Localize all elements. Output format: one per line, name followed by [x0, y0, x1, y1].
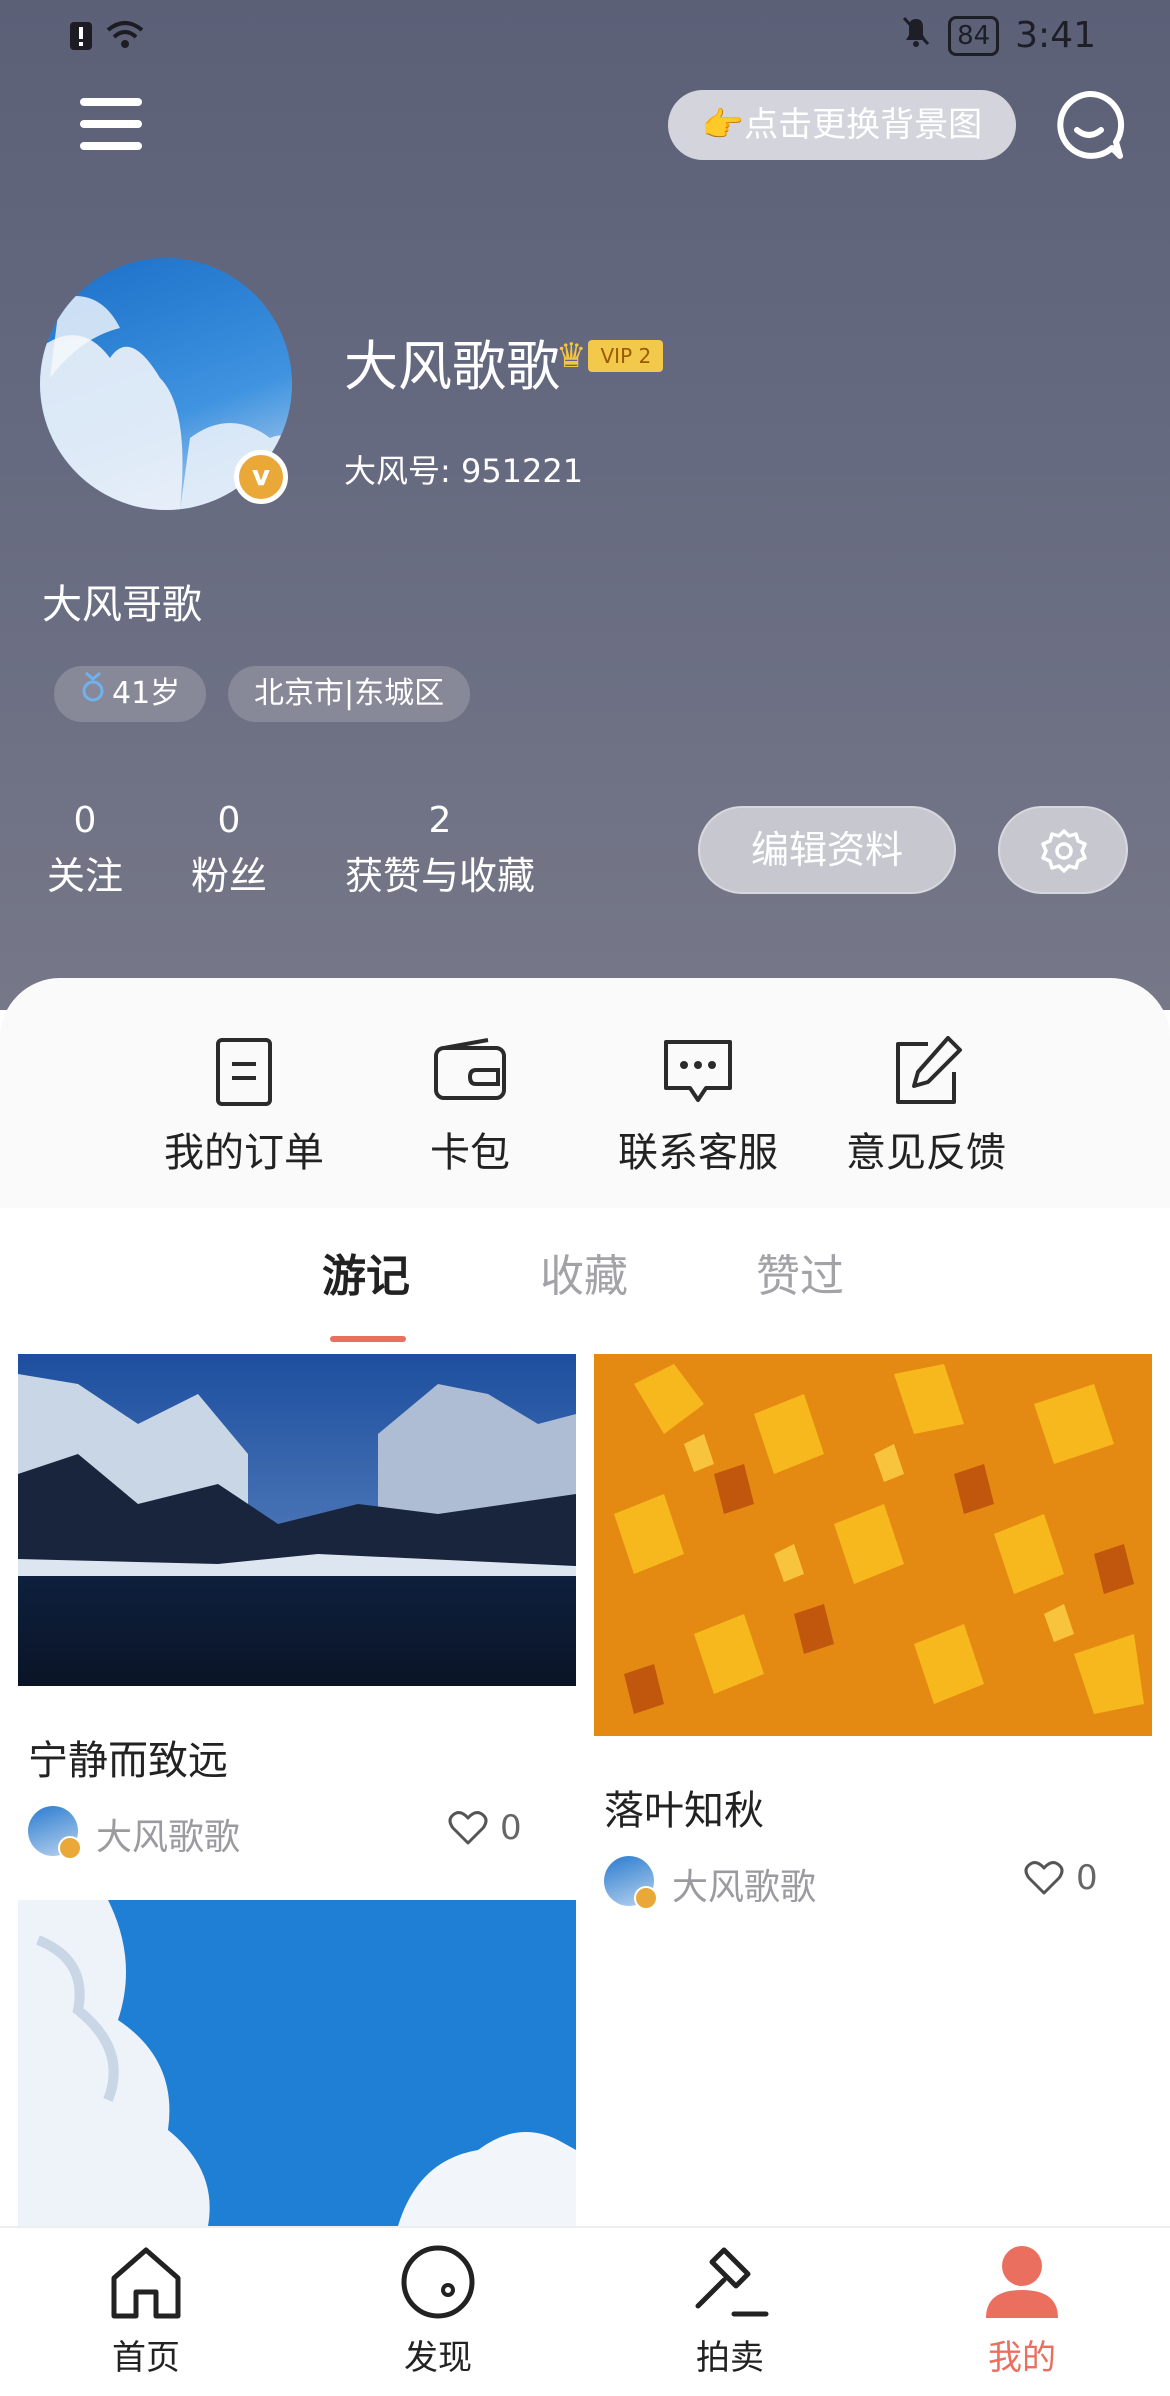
- heart-icon: [448, 1811, 488, 1845]
- status-time: 3:41: [1015, 15, 1096, 56]
- quick-action-label: 我的订单: [164, 1130, 324, 1176]
- feed-card[interactable]: 宁静而致远 大风歌歌 0: [18, 1354, 576, 1874]
- quick-action-feedback[interactable]: 意见反馈: [816, 978, 1036, 1178]
- mute-icon: [900, 14, 932, 57]
- user-signature: 大风哥歌: [42, 582, 202, 628]
- feed-author-name: 大风歌歌: [672, 1867, 817, 1908]
- signal-wifi-icon: [68, 16, 158, 65]
- stat-likes-count: 2: [428, 800, 452, 841]
- active-tab-indicator: [330, 1336, 406, 1342]
- account-id: 大风号: 951221: [344, 452, 584, 490]
- feed-card-image: [18, 1900, 576, 2226]
- auction-icon: [690, 2242, 770, 2322]
- vip-badge: ♛ VIP 2: [556, 336, 664, 376]
- like-count: 0: [1076, 1858, 1098, 1898]
- settings-button[interactable]: [998, 806, 1128, 894]
- menu-icon[interactable]: [80, 98, 144, 152]
- profile-icon: [982, 2242, 1062, 2322]
- stat-following[interactable]: 0 关注: [40, 796, 130, 906]
- male-icon: [80, 666, 106, 722]
- nav-label: 我的: [988, 2338, 1056, 2378]
- nav-profile[interactable]: 我的: [942, 2242, 1102, 2379]
- feed-card[interactable]: [18, 1900, 576, 2226]
- stat-likes-label: 获赞与收藏: [344, 854, 535, 898]
- nav-label: 首页: [112, 2338, 180, 2378]
- vip-level: VIP 2: [588, 340, 664, 372]
- home-icon: [106, 2242, 186, 2322]
- gear-icon: [1041, 829, 1087, 873]
- edit-profile-button[interactable]: 编辑资料: [698, 806, 956, 894]
- feed-author-avatar: [28, 1806, 82, 1860]
- feed-author-avatar: [604, 1856, 658, 1910]
- tab-collections[interactable]: 收藏: [540, 1240, 628, 1304]
- like-button[interactable]: 0: [448, 1808, 522, 1848]
- feedback-icon: [888, 1034, 964, 1110]
- feed-card-image: [594, 1354, 1152, 1736]
- stat-followers-count: 0: [217, 800, 241, 841]
- quick-action-label: 意见反馈: [846, 1130, 1006, 1176]
- status-bar: 84 3:41: [0, 0, 1170, 70]
- location-tag: 北京市|东城区: [228, 666, 471, 722]
- stat-likes-collects[interactable]: 2 获赞与收藏: [330, 796, 550, 906]
- nav-home[interactable]: 首页: [66, 2242, 226, 2379]
- bottom-navigation: 首页 发现 拍卖 我的: [0, 2226, 1170, 2396]
- change-background-button[interactable]: 👉点击更换背景图: [668, 90, 1016, 160]
- tab-liked[interactable]: 赞过: [756, 1240, 844, 1304]
- stat-following-count: 0: [73, 800, 97, 841]
- like-count: 0: [500, 1808, 522, 1848]
- quick-action-wallet[interactable]: 卡包: [360, 978, 580, 1178]
- stat-following-label: 关注: [46, 854, 123, 898]
- feed-card-title: 宁静而致远: [28, 1738, 228, 1784]
- feed-card-image: [18, 1354, 576, 1686]
- tab-travel-notes[interactable]: 游记: [322, 1240, 410, 1304]
- location-label: 北京市|东城区: [254, 676, 445, 711]
- user-nickname: 大风歌歌: [344, 335, 560, 398]
- wallet-icon: [432, 1034, 508, 1110]
- stat-followers[interactable]: 0 粉丝: [184, 796, 274, 906]
- feed-author-name: 大风歌歌: [96, 1817, 241, 1858]
- feed-card[interactable]: 落叶知秋 大风歌歌 0: [594, 1354, 1152, 1924]
- message-icon[interactable]: [1052, 88, 1126, 162]
- nav-auction[interactable]: 拍卖: [650, 2242, 810, 2379]
- quick-action-label: 卡包: [430, 1130, 510, 1176]
- customer-service-icon: [660, 1034, 736, 1110]
- quick-actions-card: 我的订单 卡包 联系客服 意见反馈: [0, 978, 1170, 1208]
- verified-badge-icon: v: [234, 450, 288, 504]
- nav-label: 拍卖: [696, 2338, 764, 2378]
- feed-card-title: 落叶知秋: [604, 1788, 764, 1834]
- battery-indicator: 84: [948, 15, 1000, 56]
- crown-icon: ♛: [556, 336, 587, 376]
- heart-icon: [1024, 1861, 1064, 1895]
- order-icon: [206, 1034, 282, 1110]
- quick-action-label: 联系客服: [618, 1130, 778, 1176]
- nav-label: 发现: [404, 2338, 472, 2378]
- age-tag: 41岁: [54, 666, 207, 722]
- like-button[interactable]: 0: [1024, 1858, 1098, 1898]
- age-label: 41岁: [112, 676, 181, 711]
- quick-action-customer-service[interactable]: 联系客服: [588, 978, 808, 1178]
- nav-discover[interactable]: 发现: [358, 2242, 518, 2379]
- stat-followers-label: 粉丝: [190, 854, 267, 898]
- discover-icon: [398, 2242, 478, 2322]
- quick-action-orders[interactable]: 我的订单: [134, 978, 354, 1178]
